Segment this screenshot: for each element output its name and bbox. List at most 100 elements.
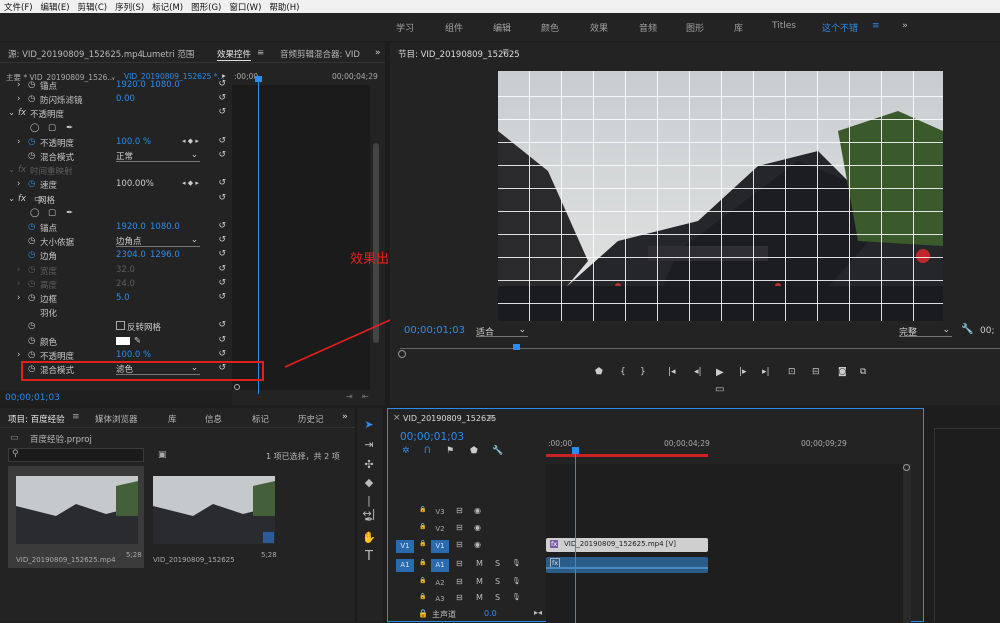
lock-icon[interactable]: 🔒: [419, 540, 426, 547]
reset-icon[interactable]: ↺: [218, 178, 226, 188]
lift-icon[interactable]: ⊡: [788, 367, 796, 377]
effect-row[interactable]: › ◷ 宽度 32.0 ↺: [0, 263, 232, 277]
timeline-ruler[interactable]: :00;00 00;00;04;29 00;00;09;29: [546, 437, 916, 457]
workspace-tab[interactable]: 效果: [590, 21, 608, 34]
effect-row[interactable]: fx ⌄ 时间重映射: [0, 163, 232, 177]
menu-item[interactable]: 图形(G): [187, 1, 225, 13]
stopwatch-icon[interactable]: ◷: [28, 80, 35, 90]
compare-icon[interactable]: ⧉: [860, 367, 866, 377]
pen-tool-icon[interactable]: ✒: [361, 513, 377, 527]
eyedropper-icon[interactable]: ✎: [134, 336, 141, 346]
selection-tool-icon[interactable]: ➤: [361, 418, 377, 432]
sync-lock-icon[interactable]: ⊟: [456, 577, 463, 586]
ellipse-mask-icon[interactable]: ◯: [30, 123, 40, 133]
type-tool-icon[interactable]: T: [361, 549, 377, 564]
audio-clip[interactable]: fx: [546, 557, 708, 573]
track-target-button[interactable]: A1: [431, 559, 449, 572]
mute-button[interactable]: M: [476, 593, 483, 602]
project-tab[interactable]: 信息: [205, 413, 222, 425]
go-to-in-icon[interactable]: |◂: [668, 367, 676, 377]
keyframe-nav-icon[interactable]: ◂ ◆ ▸: [182, 179, 199, 187]
button-editor-icon[interactable]: ▭: [715, 384, 724, 395]
eye-icon[interactable]: ◉: [474, 540, 481, 549]
invert-grid-checkbox[interactable]: [116, 321, 125, 331]
microphone-icon[interactable]: 🎙: [512, 577, 521, 585]
go-to-end-icon[interactable]: ▸◂: [534, 608, 542, 617]
tab-lumetri-scopes[interactable]: Lumetri 范围: [142, 48, 194, 60]
wrench-icon[interactable]: 🔧: [492, 446, 503, 456]
effect-row[interactable]: ◷ 边角 2304.0 1296.0 ↺: [0, 248, 232, 262]
eye-icon[interactable]: ◉: [474, 506, 481, 515]
effect-value[interactable]: 1920.0: [116, 80, 146, 90]
go-to-out-icon[interactable]: ▸|: [762, 367, 770, 377]
menu-item[interactable]: 剪辑(C): [74, 1, 112, 13]
stopwatch-icon[interactable]: ◷: [28, 321, 35, 331]
timeline-playhead-handle[interactable]: [572, 447, 579, 454]
master-volume[interactable]: 0.0: [484, 609, 497, 618]
tab-menu-icon[interactable]: ≡: [72, 412, 80, 422]
menu-item[interactable]: 标记(M): [148, 1, 187, 13]
panel-overflow-button[interactable]: »: [375, 48, 381, 58]
rectangle-mask-icon[interactable]: ▢: [48, 208, 56, 218]
stopwatch-icon[interactable]: ◷: [28, 279, 35, 289]
menu-item[interactable]: 序列(S): [111, 1, 148, 13]
twirl-right-icon[interactable]: ›: [17, 293, 20, 303]
project-tab[interactable]: 项目: 百度经验: [8, 413, 65, 425]
workspace-tab[interactable]: Titles: [772, 21, 796, 31]
effect-row[interactable]: › ◷ 不透明度 100.0 % ◂ ◆ ▸ ↺: [0, 135, 232, 149]
tab-audio-clip-mixer[interactable]: 音频剪辑混合器: VID: [280, 48, 360, 60]
effect-value[interactable]: 100.00%: [116, 179, 154, 189]
rectangle-mask-icon[interactable]: ▢: [48, 123, 56, 133]
linked-selection-icon[interactable]: ᑎ: [424, 446, 431, 456]
extract-icon[interactable]: ⊟: [812, 367, 820, 377]
source-patch-button[interactable]: V1: [396, 540, 414, 553]
effect-value[interactable]: 1080.0: [150, 80, 180, 90]
track-target-button[interactable]: V3: [431, 506, 449, 519]
tab-effect-controls[interactable]: 效果控件: [217, 48, 252, 61]
effect-row[interactable]: fx ⌄ ▭ 网格 ↺: [0, 192, 232, 206]
stopwatch-icon[interactable]: ◷: [28, 236, 35, 246]
project-overflow-button[interactable]: »: [342, 412, 348, 422]
sync-lock-icon[interactable]: ⊟: [456, 506, 463, 515]
project-item-selected[interactable]: VID_20190809_152625.mp4 5;28: [8, 466, 144, 568]
track-target-button[interactable]: A3: [431, 593, 449, 606]
effect-row[interactable]: › ◷ 边框 5.0 ↺: [0, 291, 232, 305]
effect-value[interactable]: 5.0: [116, 293, 130, 303]
reset-icon[interactable]: ↺: [218, 193, 226, 203]
menu-item[interactable]: 窗口(W): [225, 1, 265, 13]
effect-row[interactable]: ◷ 锚点 1920.0 1080.0 ↺: [0, 220, 232, 234]
current-time-display[interactable]: 00;00;01;03: [5, 393, 60, 403]
stopwatch-icon[interactable]: ◷: [28, 350, 35, 360]
program-zoom-handle-icon[interactable]: [398, 350, 406, 358]
stopwatch-icon[interactable]: ◷: [28, 137, 35, 147]
workspace-tab[interactable]: 这个不错: [822, 21, 858, 34]
effect-value[interactable]: 100.0 %: [116, 350, 151, 360]
stopwatch-icon[interactable]: ◷: [28, 336, 35, 346]
reset-icon[interactable]: ↺: [218, 221, 226, 231]
scrollbar-handle-icon[interactable]: [903, 464, 910, 471]
track-target-button[interactable]: V2: [431, 523, 449, 536]
pen-mask-icon[interactable]: ✒: [66, 208, 73, 218]
stopwatch-icon[interactable]: ◷: [28, 222, 35, 232]
fit-dropdown[interactable]: 适合 ⌄: [476, 325, 528, 338]
pen-mask-icon[interactable]: ✒: [66, 123, 73, 133]
stopwatch-icon[interactable]: ◷: [28, 265, 35, 275]
track-select-tool-icon[interactable]: ⇥: [361, 438, 377, 452]
stopwatch-icon[interactable]: ◷: [28, 151, 35, 161]
stopwatch-icon[interactable]: ◷: [28, 179, 35, 189]
stopwatch-icon[interactable]: ◷: [28, 293, 35, 303]
stopwatch-icon[interactable]: ◷: [28, 250, 35, 260]
close-icon[interactable]: ×: [393, 413, 401, 423]
lock-icon[interactable]: 🔒: [419, 577, 426, 584]
camera-icon[interactable]: ◙: [838, 367, 847, 377]
effect-row[interactable]: ◷ 大小依据 边角点 ⌄ ↺: [0, 234, 232, 248]
blend-mode-dropdown[interactable]: 正常 ⌄: [116, 150, 200, 162]
stopwatch-icon[interactable]: ◷: [28, 94, 35, 104]
microphone-icon[interactable]: 🎙: [512, 559, 521, 567]
lock-icon[interactable]: 🔒: [419, 506, 426, 513]
program-scrub-bar[interactable]: [400, 348, 1000, 349]
track-target-button[interactable]: V1: [431, 540, 449, 553]
effect-row[interactable]: › ◷ 速度 100.00% ◂ ◆ ▸ ↺: [0, 177, 232, 191]
effect-row[interactable]: › ◷ 不透明度 100.0 % ↺: [0, 348, 232, 362]
project-item[interactable]: VID_20190809_152625 5;28: [148, 466, 282, 568]
